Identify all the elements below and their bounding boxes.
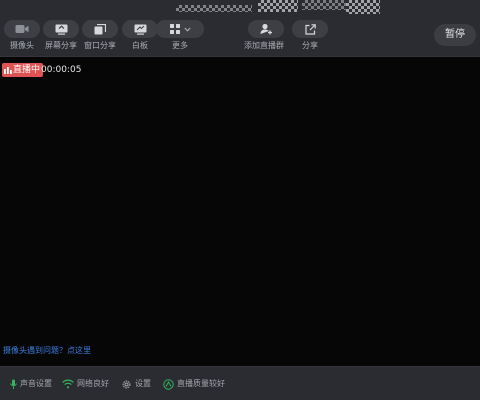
pixelated-title-overlay — [346, 0, 380, 14]
share-button[interactable]: 分享 — [290, 20, 330, 51]
window-share-icon — [94, 23, 106, 34]
pause-button[interactable]: 暂停 — [434, 24, 476, 46]
add-live-group-button-pill[interactable] — [248, 20, 284, 38]
whiteboard-button-pill[interactable] — [122, 20, 158, 38]
gear-icon — [122, 380, 131, 388]
more-button[interactable]: 更多 — [156, 20, 204, 51]
network-status: 网络良好 — [62, 377, 109, 391]
live-status-badge: 直播中 — [2, 63, 44, 77]
signal-bars-icon — [4, 67, 12, 74]
sound-settings-button[interactable]: 声音设置 — [10, 377, 52, 391]
screen-share-button-pill[interactable] — [43, 20, 79, 38]
wifi-icon — [62, 379, 74, 389]
pixelated-title-overlay — [302, 0, 346, 10]
pixelated-title-overlay — [176, 5, 252, 12]
share-button-pill[interactable] — [292, 20, 328, 38]
settings-label: 设置 — [135, 379, 151, 388]
window-share-button-label: 窗口分享 — [84, 41, 116, 50]
sound-settings-label: 声音设置 — [20, 379, 52, 388]
stream-quality-status: 直播质量较好 — [163, 377, 225, 391]
camera-help-link[interactable]: 摄像头遇到问题？点这里 — [3, 345, 91, 357]
top-toolbar: 摄像头 屏幕分享 窗口分享 白板 更多 添加直播群 分享 暂停 — [0, 0, 480, 57]
live-stream-window: 摄像头 屏幕分享 窗口分享 白板 更多 添加直播群 分享 暂停 直播中 00:0… — [0, 0, 480, 400]
whiteboard-button[interactable]: 白板 — [120, 20, 160, 51]
window-share-button[interactable]: 窗口分享 — [80, 20, 120, 51]
network-status-label: 网络良好 — [77, 379, 109, 388]
whiteboard-button-label: 白板 — [132, 41, 148, 50]
stream-quality-label: 直播质量较好 — [177, 379, 225, 388]
camera-button[interactable]: 摄像头 — [2, 20, 42, 51]
microphone-icon — [10, 379, 17, 389]
more-button-pill[interactable] — [156, 20, 204, 38]
bottom-status-bar: 声音设置 网络良好 设置 直播质量较好 — [0, 366, 480, 400]
live-elapsed-time: 00:00:05 — [41, 65, 82, 75]
share-button-label: 分享 — [302, 41, 318, 50]
camera-button-pill[interactable] — [4, 20, 40, 38]
share-icon — [304, 23, 316, 35]
add-live-group-label: 添加直播群 — [244, 41, 284, 50]
camera-icon — [15, 25, 29, 33]
whiteboard-icon — [134, 24, 146, 35]
live-status-label: 直播中 — [13, 65, 41, 75]
window-share-button-pill[interactable] — [82, 20, 118, 38]
add-live-group-button[interactable]: 添加直播群 — [244, 20, 286, 51]
screen-share-button[interactable]: 屏幕分享 — [41, 20, 81, 51]
screen-share-icon — [55, 24, 67, 35]
grid-icon — [169, 24, 180, 34]
chevron-down-icon — [183, 27, 191, 32]
quality-gauge-icon — [163, 378, 174, 390]
settings-button[interactable]: 设置 — [121, 377, 151, 391]
more-button-label: 更多 — [172, 41, 188, 50]
screen-share-button-label: 屏幕分享 — [45, 41, 77, 50]
pixelated-title-overlay — [258, 0, 298, 12]
add-group-icon — [260, 23, 272, 35]
camera-button-label: 摄像头 — [10, 41, 34, 50]
